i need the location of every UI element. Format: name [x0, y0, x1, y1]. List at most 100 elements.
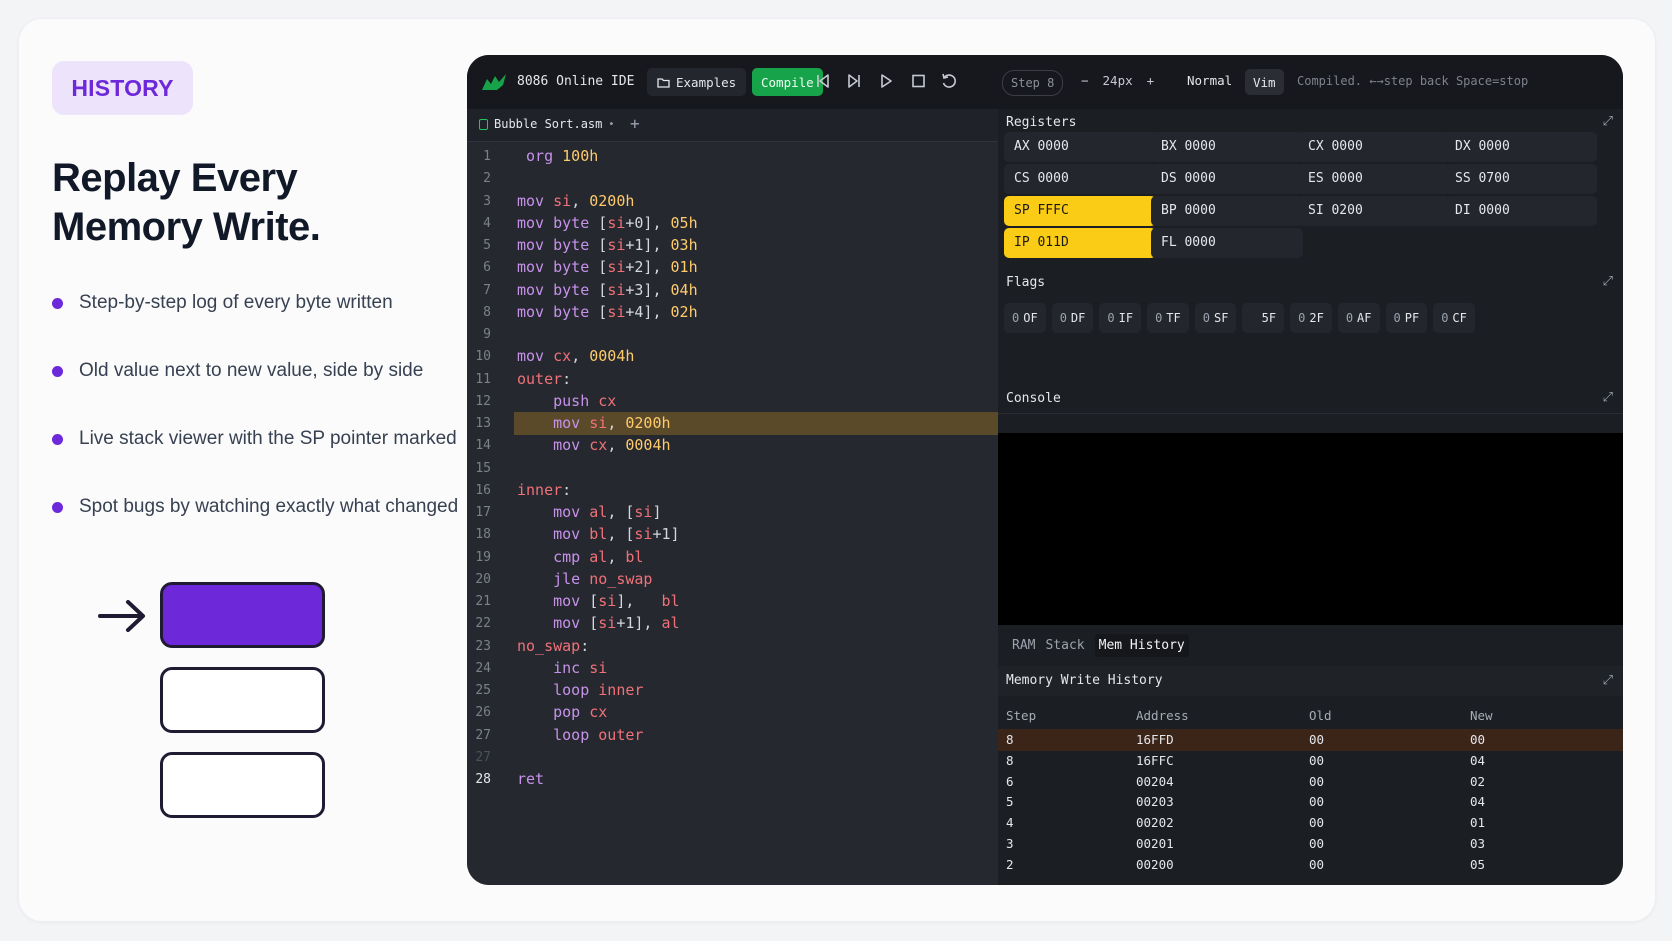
feature-text: Spot bugs by watching exactly what chang…: [79, 496, 459, 517]
feature-item: Spot bugs by watching exactly what chang…: [52, 494, 462, 562]
code-token: 01h: [670, 258, 698, 277]
examples-label: Examples: [676, 74, 737, 90]
flag-value: [1250, 311, 1257, 325]
table-cell: 02: [1470, 773, 1486, 789]
code-token: [: [589, 592, 599, 610]
code-token: 05h: [670, 213, 698, 232]
reset-icon[interactable]: [939, 71, 959, 91]
code-token: jle: [517, 569, 590, 588]
line-number: 26: [475, 705, 491, 721]
code-token: [: [598, 280, 608, 299]
code-token: ,: [607, 547, 626, 566]
tab-mem-history[interactable]: Mem History: [1094, 633, 1189, 657]
line-number: 15: [475, 460, 491, 476]
line-code: inner:: [517, 479, 571, 502]
app-logo-icon: [482, 74, 506, 90]
line-number: 8: [483, 304, 491, 320]
flag-tf: 0 TF: [1147, 303, 1189, 333]
code-line: 10 mov cx, 0004h: [467, 345, 998, 368]
table-cell: 00: [1309, 794, 1325, 810]
register-dx: DX 0000: [1445, 132, 1597, 162]
table-row: 8 16FFC 00 04: [998, 750, 1623, 772]
table-cell: 00: [1309, 732, 1325, 747]
code-line: 23 no_swap:: [467, 635, 998, 658]
code-token: 03h: [670, 236, 698, 254]
code-token: [: [589, 614, 599, 633]
flag-name: SF: [1213, 311, 1229, 325]
code-line: 28 ret: [467, 768, 998, 791]
line-number: 13: [475, 416, 491, 431]
flag-name: DF: [1070, 311, 1086, 325]
code-token: loop: [517, 725, 599, 744]
register-cs: CS 0000: [1004, 164, 1156, 194]
tab-ram[interactable]: RAM: [1008, 634, 1039, 657]
column-header: Old: [1309, 708, 1332, 723]
file-tab[interactable]: Bubble Sort.asm •: [479, 117, 614, 131]
code-token: :: [562, 480, 572, 499]
line-code: org 100h: [517, 145, 598, 168]
code-token: ret: [517, 770, 545, 788]
mode-vim-button[interactable]: Vim: [1245, 69, 1284, 95]
code-token: +1]: [652, 525, 680, 544]
line-number: 5: [483, 238, 491, 253]
line-code: loop inner: [517, 679, 643, 702]
code-line: 6 mov byte [si+2], 01h: [467, 256, 998, 279]
code-token: si: [607, 280, 626, 299]
flags-header: Flags ⤢: [998, 269, 1623, 297]
code-token: mov: [517, 414, 590, 432]
code-line-current: 13 mov si, 0200h: [467, 412, 998, 435]
table-cell: 01: [1470, 815, 1486, 831]
flag-df: 0 DF: [1051, 303, 1094, 333]
code-token: al: [661, 614, 680, 633]
code-line: 11 outer:: [467, 368, 998, 391]
font-increase-button[interactable]: +: [1147, 73, 1155, 88]
code-token: , [: [607, 503, 635, 521]
font-decrease-button[interactable]: −: [1081, 73, 1089, 88]
line-code: mov [si+1], al: [517, 612, 680, 635]
line-code: mov bl, [si+1]: [517, 523, 680, 546]
code-token: 04h: [670, 280, 698, 299]
add-tab-button[interactable]: +: [630, 114, 640, 133]
line-number: 12: [475, 393, 491, 409]
line-code: push cx: [517, 390, 616, 413]
flag-name: IF: [1118, 311, 1134, 325]
feature-item: Live stack viewer with the SP pointer ma…: [52, 426, 462, 494]
code-token: cx: [598, 391, 617, 410]
stop-icon[interactable]: [908, 71, 928, 91]
table-cell: 16FFD: [1136, 732, 1174, 747]
table-cell: 5: [1006, 794, 1014, 810]
bullet-dot-icon: [52, 298, 63, 309]
flag-value: 0: [1393, 311, 1401, 325]
line-number: 6: [483, 260, 491, 276]
table-cell: 16FFC: [1136, 752, 1174, 768]
code-token: :: [580, 636, 590, 655]
code-token: mov: [517, 503, 590, 521]
code-line: 7 mov byte [si+3], 04h: [467, 279, 998, 302]
expand-icon[interactable]: ⤢: [1603, 673, 1613, 688]
step-forward-icon[interactable]: [844, 71, 864, 91]
table-cell: 3: [1006, 836, 1014, 851]
mode-normal-button[interactable]: Normal: [1187, 73, 1232, 88]
expand-icon[interactable]: ⤢: [1603, 114, 1613, 129]
ide-toolbar: 8086 Online IDE Examples Compile Step 8 …: [467, 55, 1623, 109]
expand-icon[interactable]: ⤢: [1603, 390, 1613, 405]
tab-stack[interactable]: Stack: [1041, 634, 1088, 657]
line-number: 25: [475, 683, 491, 698]
code-line: 27: [467, 746, 998, 769]
table-cell: 6: [1006, 773, 1014, 789]
mem-history-header: Memory Write History ⤢: [998, 666, 1623, 696]
feature-text: Old value next to new value, side by sid…: [79, 360, 424, 381]
flag-of: 0 OF: [1004, 303, 1046, 333]
expand-icon[interactable]: ⤢: [1603, 274, 1613, 289]
line-number: 9: [483, 327, 491, 342]
skip-back-icon[interactable]: [813, 71, 833, 91]
play-icon[interactable]: [876, 71, 896, 91]
status-text: Compiled. ←→step back Space=stop: [1297, 74, 1529, 88]
code-token: mov: [517, 614, 590, 633]
console-output[interactable]: [998, 433, 1623, 625]
flag-name: OF: [1023, 311, 1038, 325]
examples-button[interactable]: Examples: [647, 68, 747, 96]
code-token: mov: [517, 592, 590, 610]
code-editor[interactable]: Bubble Sort.asm • + 1 org 100h 2 3 mov si, …: [467, 109, 998, 885]
code-token: inner: [517, 480, 563, 499]
